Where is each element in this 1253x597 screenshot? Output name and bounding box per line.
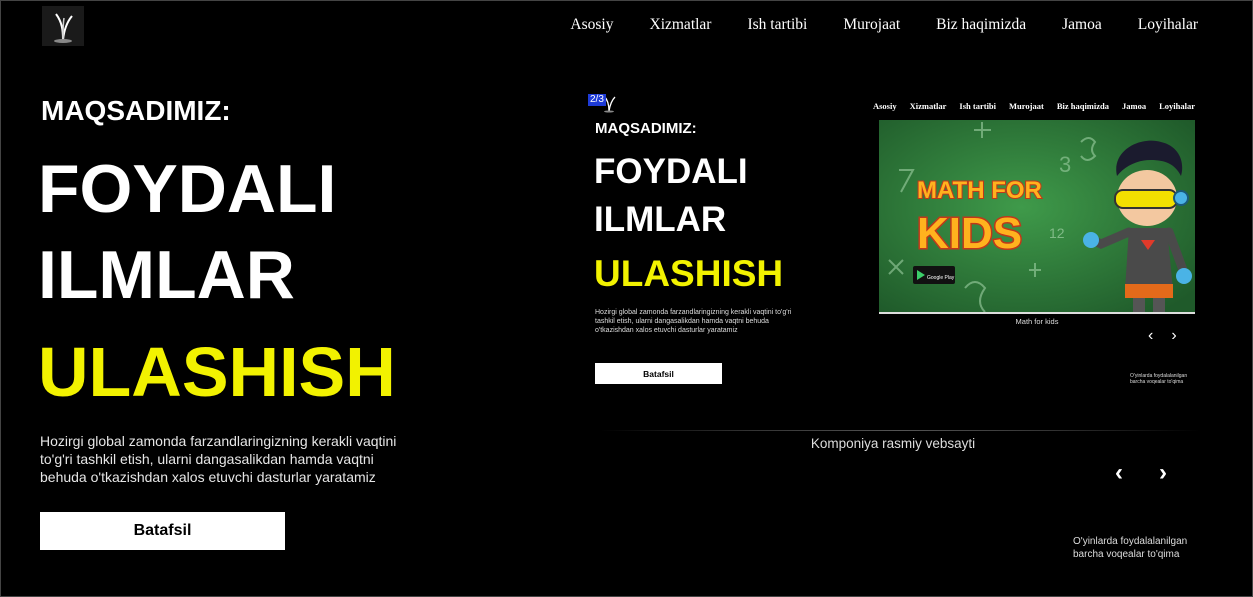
company-caption: Komponiya rasmiy vebsayti [810,436,976,451]
hero-headline-line1: FOYDALI [38,151,337,227]
disclaimer-note: O'yinlarda foydalalanilgan barcha voqeal… [1073,536,1188,560]
slide-title-line1: MATH FOR [917,177,1042,204]
hero-headline-line3: ULASHISH [38,333,396,411]
preview-headline-line2: ILMLAR [594,200,727,239]
chevron-left-icon[interactable]: ‹ [1115,461,1123,485]
preview-side-note: O'yinlarda foydalalanilgan barcha voqeal… [1130,373,1188,385]
nav-item-ish-tartibi[interactable]: Ish tartibi [747,16,807,34]
preview-slide-counter: 2/3 [588,94,606,106]
math-for-kids-illustration: 12 3 MATH FOR KIDS Google Play [879,120,1195,312]
site-logo[interactable] [42,6,84,46]
nav-item-xizmatlar[interactable]: Xizmatlar [650,16,712,34]
preview-nav-item: Murojaat [1009,101,1044,111]
preview-nav-item: Loyihalar [1159,101,1195,111]
preview-divider [600,430,1200,431]
math-for-kids-slide: 12 3 MATH FOR KIDS Google Play [879,120,1195,314]
preview-nav-item: Jamoa [1122,101,1147,111]
preview-batafsil-button: Batafsil [595,363,722,384]
sprout-logo-icon [42,6,84,46]
preview-nav-item: Xizmatlar [909,101,947,111]
preview-chevron-right-icon: › [1171,327,1177,344]
preview-carousel-arrows: ‹ › [1148,328,1177,344]
preview-nav-item: Biz haqimizda [1056,101,1109,111]
main-nav: Asosiy Xizmatlar Ish tartibi Murojaat Bi… [570,16,1198,34]
preview-kicker: MAQSADIMIZ: [595,120,697,137]
nav-item-jamoa[interactable]: Jamoa [1062,16,1102,34]
hero-headline-line2: ILMLAR [38,237,295,313]
batafsil-button[interactable]: Batafsil [40,512,285,550]
preview-nav: Asosiy Xizmatlar Ish tartibi Murojaat Bi… [873,101,1195,111]
preview-headline-line3: ULASHISH [594,253,784,294]
svg-text:12: 12 [1049,225,1065,241]
nav-item-murojaat[interactable]: Murojaat [843,16,900,34]
google-play-badge: Google Play [927,275,955,281]
preview-nav-item: Ish tartibi [959,101,997,111]
preview-chevron-left-icon: ‹ [1148,327,1154,344]
hero-kicker: MAQSADIMIZ: [41,95,231,126]
chevron-right-icon[interactable]: › [1159,461,1167,485]
preview-headline-line1: FOYDALI [594,152,748,191]
carousel-arrows: ‹ › [1115,461,1167,485]
preview-nav-item: Asosiy [872,101,897,111]
nav-item-biz-haqimizda[interactable]: Biz haqimizda [936,16,1026,34]
nav-item-asosiy[interactable]: Asosiy [570,16,613,34]
nav-item-loyihalar[interactable]: Loyihalar [1138,16,1198,34]
hero-description: Hozirgi global zamonda farzandlaringizni… [40,433,397,485]
slide-title-line2: KIDS [917,209,1022,258]
preview-slide-caption: Math for kids [1015,317,1059,326]
svg-text:3: 3 [1059,152,1071,177]
preview-description: Hozirgi global zamonda farzandlaringizni… [595,309,792,334]
website-preview: 2/3 Asosiy Xizmatlar Ish tartibi Murojaa… [588,92,1203,434]
